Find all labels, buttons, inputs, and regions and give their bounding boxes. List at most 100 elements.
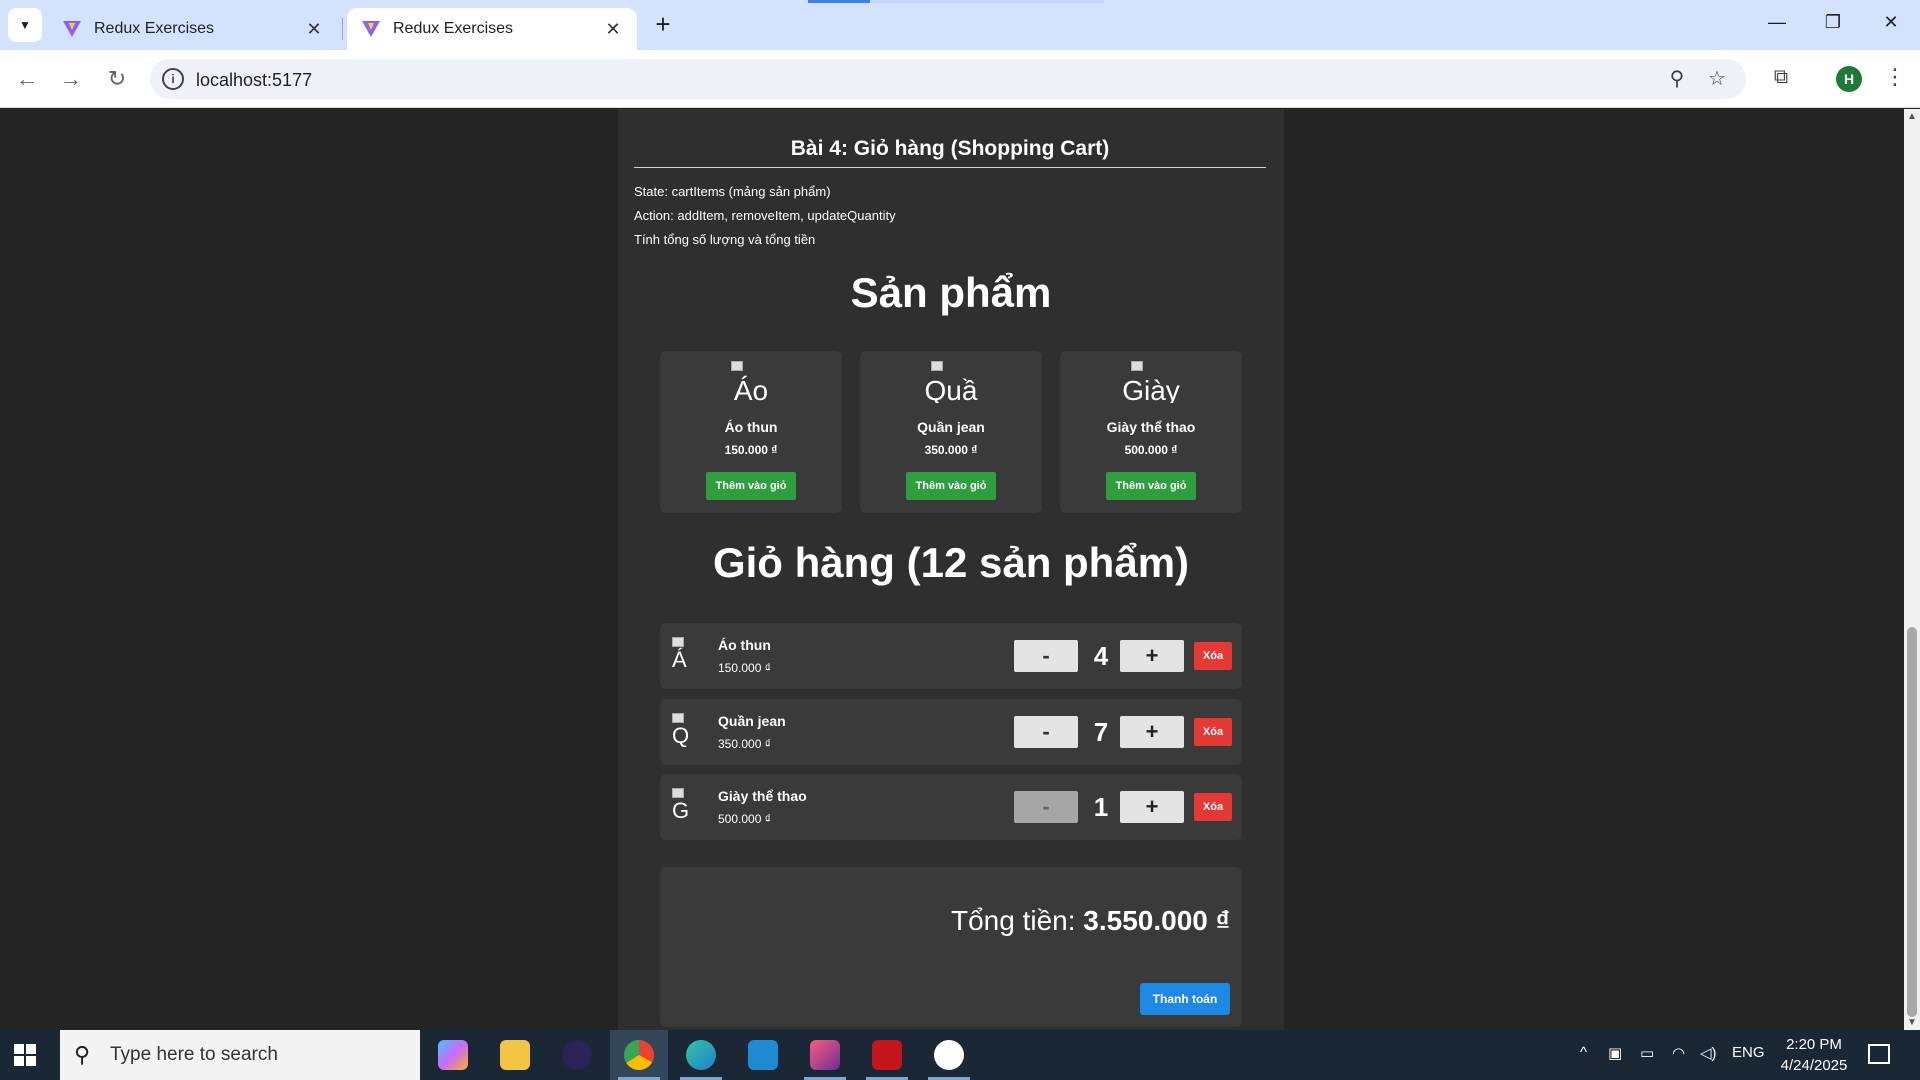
forward-icon[interactable]: → xyxy=(56,64,86,94)
decrease-quantity-button[interactable]: - xyxy=(1014,791,1078,823)
product-image: Quầ xyxy=(860,361,1042,403)
vite-favicon-icon xyxy=(63,21,81,37)
remove-item-button[interactable]: Xóa xyxy=(1194,642,1232,670)
security-icon[interactable]: ▣ xyxy=(1608,1044,1622,1062)
file-explorer-icon[interactable] xyxy=(486,1030,544,1080)
total-label: Tổng tiền: xyxy=(950,905,1076,936)
site-info-icon[interactable]: i xyxy=(162,68,184,90)
broken-image-icon xyxy=(672,637,684,647)
wifi-icon[interactable]: ◠ xyxy=(1672,1044,1685,1062)
scrollbar-thumb[interactable] xyxy=(1907,627,1917,1017)
total-price: Tổng tiền: 3.550.000 ₫ xyxy=(951,905,1230,937)
page-viewport: Bài 4: Giỏ hàng (Shopping Cart) State: c… xyxy=(0,109,1904,1030)
product-name: Áo thun xyxy=(724,419,778,435)
extensions-icon[interactable]: ⧉ xyxy=(1768,66,1794,92)
browser-tabstrip: ▼ Redux Exercises ✕ Redux Exercises ✕ + … xyxy=(0,0,1920,50)
exercise-title: Bài 4: Giỏ hàng (Shopping Cart) xyxy=(790,137,1110,160)
vite-favicon-icon xyxy=(362,21,380,37)
product-card: Áo Áo thun 150.000 ₫ Thêm vào giỏ xyxy=(660,351,842,513)
tab-title: Redux Exercises xyxy=(94,20,215,37)
browser-tab-2[interactable]: Redux Exercises ✕ xyxy=(347,8,637,50)
checkout-button[interactable]: Thanh toán xyxy=(1140,983,1230,1015)
clock-date: 4/24/2025 xyxy=(1780,1057,1848,1074)
volume-icon[interactable]: ◁) xyxy=(1700,1044,1717,1062)
taskbar-search[interactable]: ⚲ Type here to search xyxy=(60,1030,420,1080)
increase-quantity-button[interactable]: + xyxy=(1120,640,1184,672)
cart-item-row: Q Quần jean 350.000 ₫ - 7 + Xóa xyxy=(660,699,1242,765)
taskbar-clock[interactable]: 2:20 PM 4/24/2025 xyxy=(1764,1034,1864,1076)
broken-image-icon xyxy=(672,713,684,723)
cart-item-name: Quần jean xyxy=(718,713,786,729)
back-icon[interactable]: ← xyxy=(12,64,42,94)
tab-divider xyxy=(342,18,343,40)
tab-drag-indicator-track xyxy=(870,0,1104,3)
close-icon[interactable]: ✕ xyxy=(603,19,623,40)
remove-item-button[interactable]: Xóa xyxy=(1194,718,1232,746)
window-close-icon[interactable]: ✕ xyxy=(1876,12,1906,33)
cart-item-name: Áo thun xyxy=(718,637,771,653)
notification-icon[interactable] xyxy=(1868,1044,1890,1064)
product-name: Giày thể thao xyxy=(1106,419,1196,435)
product-price: 150.000 ₫ xyxy=(724,443,778,457)
windows-start-icon[interactable] xyxy=(14,1044,36,1066)
reload-icon[interactable]: ↻ xyxy=(102,64,132,94)
increase-quantity-button[interactable]: + xyxy=(1120,791,1184,823)
add-to-cart-button[interactable]: Thêm vào giỏ xyxy=(706,472,796,500)
cart-item-row: Á Áo thun 150.000 ₫ - 4 + Xóa xyxy=(660,623,1242,689)
cart-item-image: Q xyxy=(672,713,708,753)
profile-avatar[interactable]: H xyxy=(1836,66,1862,92)
cart-heading: Giỏ hàng (12 sản phẩm) xyxy=(712,539,1190,586)
product-image: Áo xyxy=(660,361,842,403)
tab-title: Redux Exercises xyxy=(393,20,514,37)
copilot-icon[interactable] xyxy=(424,1030,482,1080)
windows-taskbar: ⚲ Type here to search ^ ▣ ▭ ◠ ◁) ENG 2:2… xyxy=(0,1030,1920,1080)
eclipse-icon[interactable] xyxy=(548,1030,606,1080)
product-card: Quầ Quần jean 350.000 ₫ Thêm vào giỏ xyxy=(860,351,1042,513)
decrease-quantity-button[interactable]: - xyxy=(1014,640,1078,672)
browser-tab-1[interactable]: Redux Exercises ✕ xyxy=(48,8,338,50)
product-price: 350.000 ₫ xyxy=(924,443,978,457)
browser-toolbar: ← → ↻ i localhost:5177 ⚲ ☆ ⧉ H ⋮ xyxy=(0,50,1920,108)
tab-search-button[interactable]: ▼ xyxy=(8,8,42,42)
zoom-icon[interactable]: ⚲ xyxy=(1664,66,1690,92)
close-icon[interactable]: ✕ xyxy=(304,19,324,40)
cart-item-image: G xyxy=(672,788,708,828)
add-to-cart-button[interactable]: Thêm vào giỏ xyxy=(1106,472,1196,500)
clock-time: 2:20 PM xyxy=(1786,1036,1842,1053)
chrome-icon[interactable] xyxy=(610,1030,668,1080)
cart-item-price: 500.000 ₫ xyxy=(718,812,771,826)
bookmark-star-icon[interactable]: ☆ xyxy=(1704,66,1730,92)
decrease-quantity-button[interactable]: - xyxy=(1014,716,1078,748)
products-heading: Sản phẩm xyxy=(850,269,1052,316)
remove-item-button[interactable]: Xóa xyxy=(1194,793,1232,821)
scroll-up-icon[interactable]: ▲ xyxy=(1907,111,1917,122)
zalo-icon[interactable] xyxy=(920,1030,978,1080)
add-to-cart-button[interactable]: Thêm vào giỏ xyxy=(906,472,996,500)
edge-icon[interactable] xyxy=(672,1030,730,1080)
broken-image-icon xyxy=(731,361,743,371)
intellij-icon[interactable] xyxy=(796,1030,854,1080)
tab-drag-indicator xyxy=(808,0,870,3)
quantity-value: 4 xyxy=(1093,641,1109,671)
total-value: 3.550.000 ₫ xyxy=(1083,905,1230,936)
language-indicator[interactable]: ENG xyxy=(1732,1044,1765,1061)
new-tab-button[interactable]: + xyxy=(650,11,676,38)
url-text: localhost:5177 xyxy=(196,70,313,90)
quantity-value: 1 xyxy=(1093,792,1109,822)
increase-quantity-button[interactable]: + xyxy=(1120,716,1184,748)
cart-item-price: 150.000 ₫ xyxy=(718,661,771,675)
menu-kebab-icon[interactable]: ⋮ xyxy=(1884,64,1906,90)
scroll-down-icon[interactable]: ▼ xyxy=(1907,1017,1917,1028)
restore-icon[interactable]: ❐ xyxy=(1818,12,1848,33)
show-hidden-icons-icon[interactable]: ^ xyxy=(1580,1044,1587,1061)
address-bar[interactable]: i localhost:5177 xyxy=(150,59,1746,99)
description-line: Action: addItem, removeItem, updateQuant… xyxy=(634,208,896,223)
minimize-icon[interactable]: — xyxy=(1762,12,1792,33)
cart-item-name: Giày thể thao xyxy=(718,788,807,804)
garena-icon[interactable] xyxy=(858,1030,916,1080)
battery-icon[interactable]: ▭ xyxy=(1640,1044,1654,1062)
vscode-icon[interactable] xyxy=(734,1030,792,1080)
page-scrollbar[interactable]: ▲ ▼ xyxy=(1904,109,1920,1030)
broken-image-icon xyxy=(931,361,943,371)
cart-summary: Tổng tiền: 3.550.000 ₫ Thanh toán xyxy=(660,867,1242,1027)
